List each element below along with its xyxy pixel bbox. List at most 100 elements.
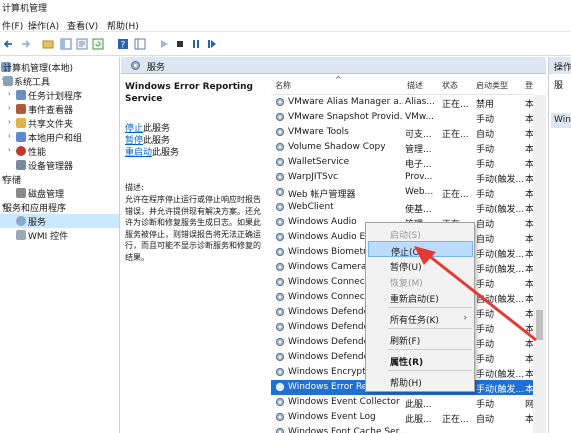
service-row[interactable]: WarpJITSvc Prov... 手动(触发... 本 — [271, 170, 533, 185]
expand-chevron-icon[interactable]: › — [8, 147, 15, 154]
service-description: 管理... — [405, 145, 432, 155]
restart-service-icon[interactable] — [206, 38, 218, 50]
service-row[interactable]: WebClient 使基... 手动(触发... 本 — [271, 200, 533, 215]
back-arrow-icon[interactable] — [2, 38, 14, 50]
tree-item-services-apps[interactable]: ▾ 服务和应用程序 — [0, 200, 119, 215]
menu-properties[interactable]: 属性(R) — [368, 352, 473, 368]
column-startup-type[interactable]: 启动类型 — [476, 80, 508, 91]
tree-item-task-scheduler[interactable]: › 任务计划程序 — [0, 88, 119, 102]
restart-service-link[interactable]: 重启动 — [125, 148, 152, 158]
gear-icon — [275, 367, 285, 377]
service-row[interactable]: VMware Snapshot Provid... VMw... 手动 本 — [271, 110, 533, 125]
folder-up-icon[interactable] — [42, 38, 54, 50]
service-startup-type: 手动 — [476, 340, 495, 350]
menu-help[interactable]: 帮助(H) — [368, 373, 473, 389]
column-status[interactable]: 状态 — [442, 80, 458, 91]
menu-restart[interactable]: 重新启动(E) — [368, 289, 473, 305]
tree-item-services[interactable]: 服务 — [0, 214, 119, 228]
service-description: 此服... — [405, 415, 432, 425]
menu-view[interactable]: 查看(V) — [67, 19, 98, 32]
tree-item-label: 磁盘管理 — [28, 190, 65, 200]
description-pane: Windows Error Reporting Service 停止此服务 暂停… — [121, 75, 271, 433]
column-logon[interactable]: 登 — [525, 80, 533, 91]
column-description[interactable]: 描述 — [407, 80, 423, 91]
gear-icon — [16, 216, 26, 226]
service-row[interactable]: VMware Alias Manager a... Alias... 正在... 禁用… — [271, 95, 533, 110]
menu-all-tasks[interactable]: 所有任务(K) › — [368, 310, 473, 326]
service-logon: 本 — [525, 190, 533, 200]
vertical-scrollbar[interactable] — [533, 95, 546, 433]
service-logon: 网 — [525, 400, 533, 410]
menu-stop[interactable]: 停止(O) — [368, 241, 473, 258]
menu-action[interactable]: 操作(A) — [28, 19, 59, 32]
actions-selected-service[interactable]: Win — [551, 113, 571, 128]
actions-header-label: 操作 — [554, 63, 571, 73]
menu-restart-label: 重新启动(E) — [390, 295, 439, 305]
tree-item-shared-folders[interactable]: › 共享文件夹 — [0, 116, 119, 130]
tree-item-label: WMI 控件 — [28, 232, 69, 242]
tree-item-label: 存储 — [3, 176, 22, 186]
tree-item-computer-management[interactable]: 计算机管理(本地) — [0, 60, 119, 74]
stop-service-icon[interactable] — [174, 38, 186, 50]
actions-services-item[interactable]: 服 — [554, 78, 563, 91]
service-row[interactable]: VMware Tools 可支... 正在... 自动 本 — [271, 125, 533, 140]
service-status: 正在... — [442, 130, 469, 140]
properties-icon[interactable] — [76, 38, 88, 50]
menu-resume[interactable]: 恢复(M) — [368, 273, 473, 289]
refresh-icon[interactable] — [92, 38, 104, 50]
service-startup-type: 手动(触发... — [476, 250, 524, 260]
expand-chevron-icon[interactable]: › — [8, 91, 15, 98]
view-icon[interactable] — [134, 38, 146, 50]
service-row[interactable]: Windows Event Collector 此服... 手动 网 — [271, 395, 533, 410]
forward-arrow-icon[interactable] — [20, 38, 32, 50]
menu-start[interactable]: 启动(S) — [368, 225, 473, 241]
menu-file[interactable]: 件(F) — [2, 19, 23, 32]
expand-chevron-icon[interactable]: › — [8, 105, 15, 112]
service-row[interactable]: Web 帐户管理器 Web... 正在... 手动 本 — [271, 185, 533, 200]
pause-service-icon[interactable] — [190, 38, 202, 50]
service-logon: 本 — [525, 205, 533, 215]
tree-item-local-users[interactable]: › 本地用户和组 — [0, 130, 119, 144]
help-icon[interactable]: ? — [117, 38, 129, 50]
service-startup-type: 手动 — [476, 115, 495, 125]
start-service-icon[interactable] — [158, 38, 170, 50]
service-row[interactable]: Volume Shadow Copy 管理... 手动 本 — [271, 140, 533, 155]
gear-icon — [131, 61, 140, 70]
scrollbar-thumb[interactable] — [536, 310, 543, 340]
expand-chevron-icon[interactable]: › — [8, 133, 15, 140]
service-name: Windows Font Cache Ser... — [288, 427, 403, 433]
service-startup-type: 手动 — [476, 280, 495, 290]
service-row[interactable]: WalletService 电子... 手动 本 — [271, 155, 533, 170]
service-status: 正在... — [442, 100, 469, 110]
tree-item-disk-management[interactable]: 磁盘管理 — [0, 186, 119, 200]
expand-chevron-icon[interactable]: › — [8, 119, 15, 126]
service-description: 电子... — [405, 160, 432, 170]
menu-help[interactable]: 帮助(H) — [107, 19, 139, 32]
tree-item-label: 事件查看器 — [28, 106, 74, 116]
service-startup-type: 自动 — [476, 415, 495, 425]
service-logon: 本 — [525, 325, 533, 335]
tree-item-system-tools[interactable]: ▾ 系统工具 — [0, 74, 119, 88]
tree-item-label: 任务计划程序 — [28, 92, 83, 102]
service-name: VMware Tools — [288, 127, 349, 137]
service-row[interactable]: Windows Font Cache Ser... — [271, 425, 533, 433]
service-name: VMware Snapshot Provid... — [288, 112, 403, 122]
menu-pause[interactable]: 暂停(U) — [368, 257, 473, 273]
service-logon: 本 — [525, 115, 533, 125]
service-startup-type: 手动 — [476, 310, 495, 320]
gear-icon — [275, 97, 285, 107]
service-row[interactable]: Windows Event Log 此服... 正在... 自动 本 — [271, 410, 533, 425]
service-startup-type: 自动 — [476, 220, 495, 230]
tree-item-event-viewer[interactable]: › 事件查看器 — [0, 102, 119, 116]
tree-item-device-manager[interactable]: 设备管理器 — [0, 158, 119, 172]
menu-refresh[interactable]: 刷新(F) — [368, 331, 473, 347]
tree-item-storage[interactable]: ▾ 存储 — [0, 172, 119, 187]
tree-item-wmi[interactable]: WMI 控件 — [0, 228, 119, 242]
console-tree-icon[interactable] — [60, 38, 72, 50]
service-title: Windows Error Reporting Service — [125, 82, 253, 104]
menu-separator — [388, 370, 472, 371]
users-icon — [16, 132, 26, 142]
services-header-title: 服务 — [147, 63, 166, 73]
column-name[interactable]: 名称 — [275, 80, 291, 91]
tree-item-performance[interactable]: › 性能 — [0, 144, 119, 158]
